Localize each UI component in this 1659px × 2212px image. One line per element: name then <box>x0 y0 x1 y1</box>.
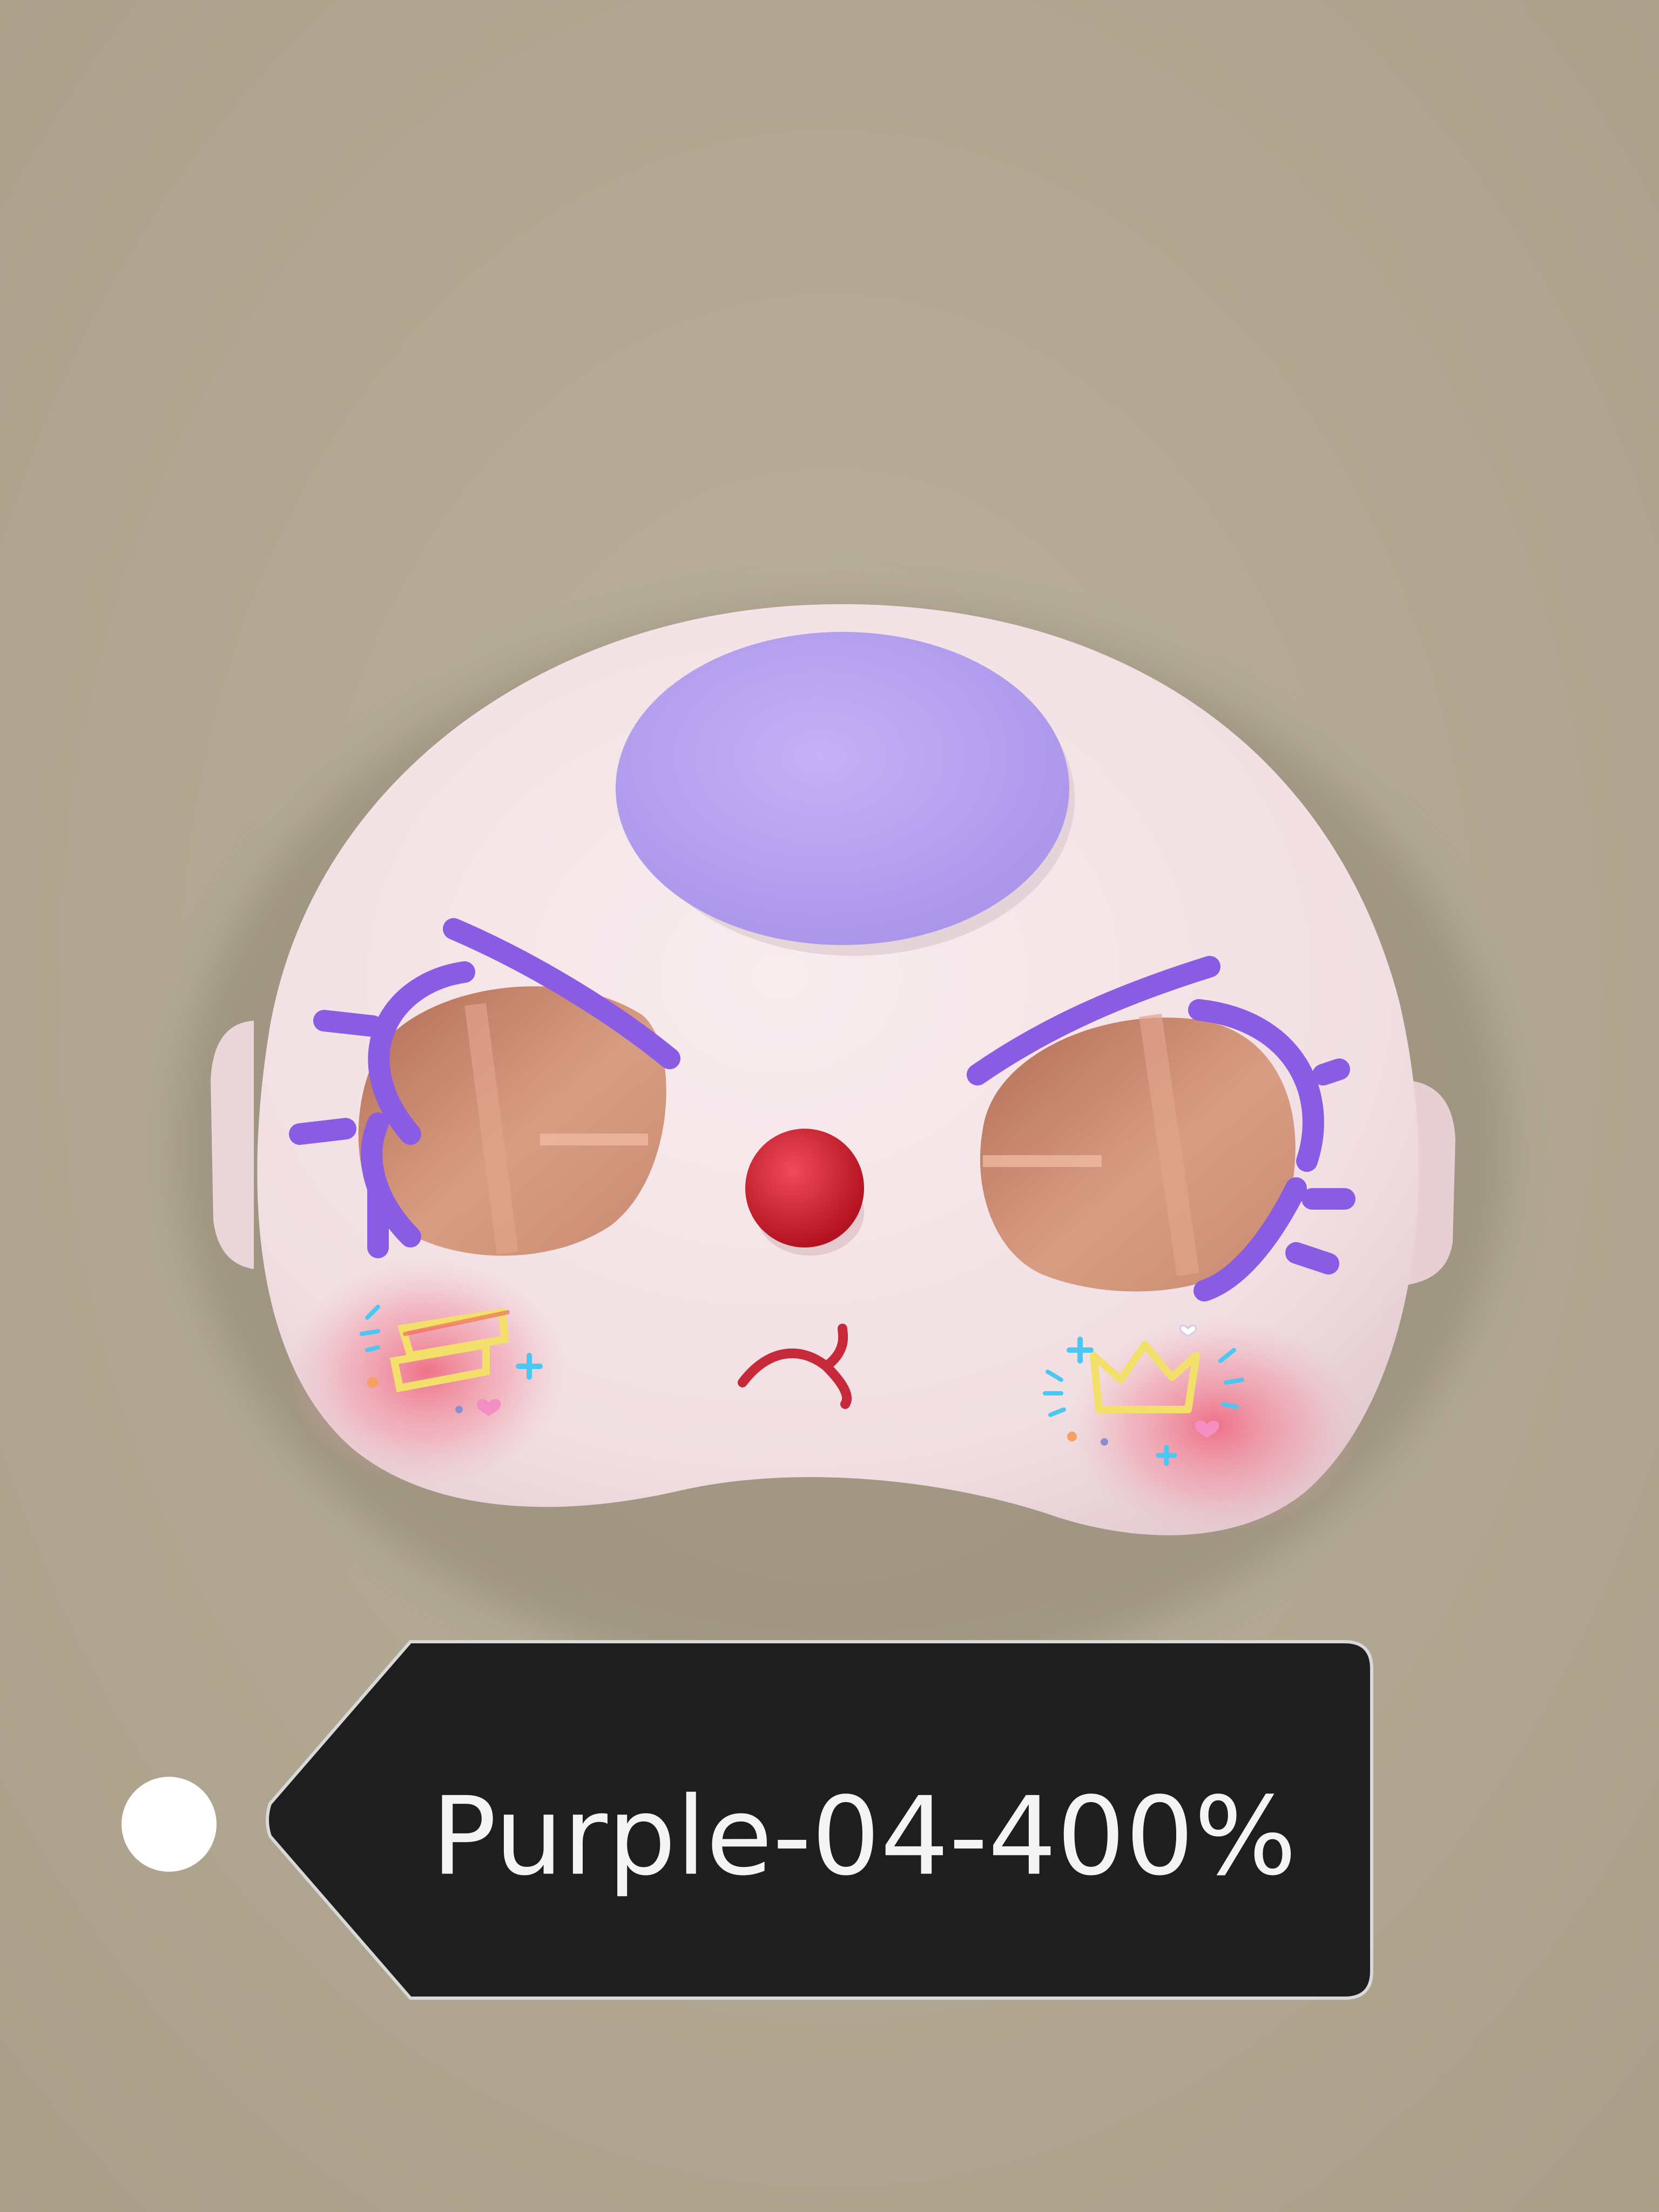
left-ear-tab <box>211 1021 254 1269</box>
red-nose <box>745 1129 864 1247</box>
top-dome <box>616 632 1069 945</box>
left-blush <box>286 1258 567 1485</box>
marker-dot <box>122 1777 217 1872</box>
tag-label: Purple-04-400% <box>431 1774 1297 1900</box>
photo-scene: Purple-04-400% <box>0 0 1659 2212</box>
